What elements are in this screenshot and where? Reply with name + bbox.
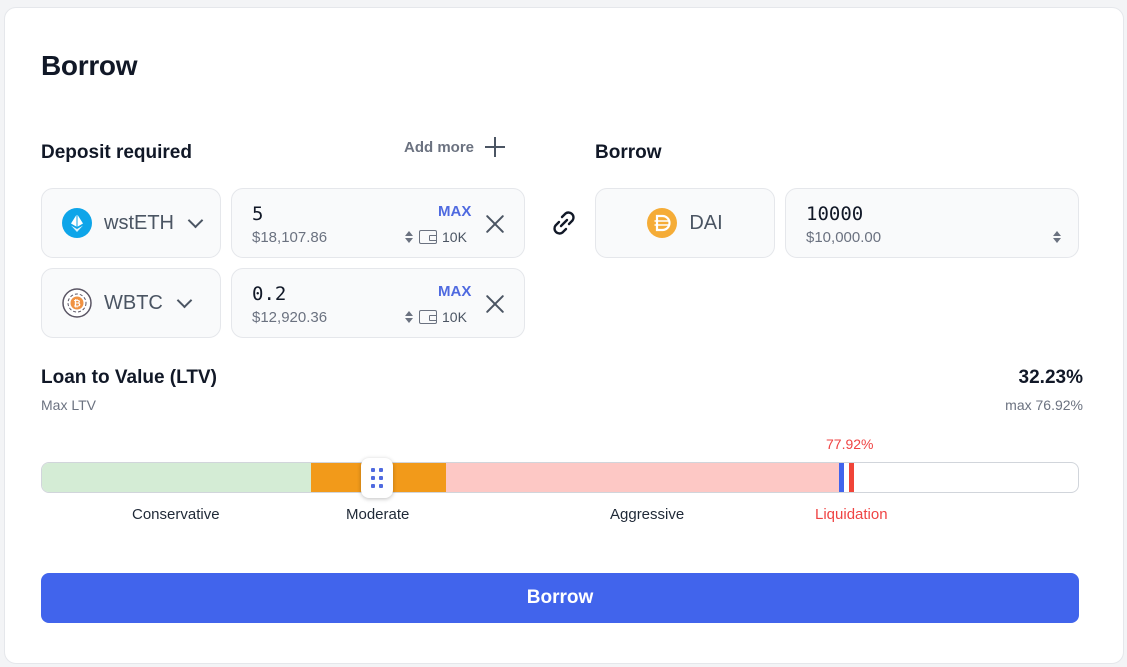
plus-icon xyxy=(484,136,506,158)
dai-token-icon xyxy=(647,208,678,238)
amount-usd: $18,107.86 xyxy=(252,229,328,246)
liquidation-threshold-label: 77.92% xyxy=(826,436,874,452)
wallet-icon xyxy=(419,230,437,244)
ltv-subtitle: Max LTV xyxy=(41,397,96,413)
svg-text:₿: ₿ xyxy=(73,299,80,310)
ltv-slider-track[interactable] xyxy=(41,462,1079,493)
borrow-amount-input[interactable]: 10000 $10,000.00 xyxy=(785,188,1079,258)
wallet-icon xyxy=(419,310,437,324)
borrow-button[interactable]: Borrow xyxy=(41,573,1079,623)
liquidation-marker xyxy=(849,463,854,492)
wallet-balance: 10K xyxy=(442,309,467,325)
token-select-dai[interactable]: DAI xyxy=(595,188,775,258)
zone-aggressive xyxy=(446,463,839,492)
link-icon[interactable] xyxy=(548,208,580,238)
page-title: Borrow xyxy=(41,50,138,81)
token-select-wsteth[interactable]: wstETH xyxy=(41,188,221,258)
add-more-label: Add more xyxy=(404,138,475,156)
ltv-slider-handle[interactable] xyxy=(361,458,393,498)
wsteth-token-icon xyxy=(62,208,92,238)
amount-value[interactable]: 10000 xyxy=(806,203,863,225)
ltv-value: 32.23% xyxy=(1018,367,1083,388)
borrow-section-label: Borrow xyxy=(595,142,662,163)
zone-conservative xyxy=(42,463,311,492)
ltv-max: max 76.92% xyxy=(1005,397,1083,413)
amount-value[interactable]: 5 xyxy=(252,203,263,225)
amount-usd: $12,920.36 xyxy=(252,309,328,326)
stepper-icon[interactable] xyxy=(404,310,414,324)
stepper-icon[interactable] xyxy=(404,230,414,244)
wbtc-token-icon: ₿ xyxy=(62,288,92,318)
remove-deposit-button[interactable] xyxy=(484,293,506,315)
token-name: DAI xyxy=(689,211,723,234)
wallet-balance: 10K xyxy=(442,229,467,245)
zone-label-conservative: Conservative xyxy=(132,506,220,523)
token-name: wstETH xyxy=(104,211,174,234)
max-ltv-marker xyxy=(839,463,844,492)
token-select-wbtc[interactable]: ₿ WBTC xyxy=(41,268,221,338)
zone-label-aggressive: Aggressive xyxy=(610,506,685,523)
zone-label-liquidation: Liquidation xyxy=(815,506,888,523)
deposit-section-label: Deposit required xyxy=(41,142,192,163)
max-button[interactable]: MAX xyxy=(438,283,471,300)
amount-input-wsteth[interactable]: 5 $18,107.86 MAX 10K xyxy=(231,188,525,258)
ltv-title: Loan to Value (LTV) xyxy=(41,367,217,388)
amount-usd: $10,000.00 xyxy=(806,229,882,246)
zone-label-moderate: Moderate xyxy=(346,506,410,523)
amount-input-wbtc[interactable]: 0.2 $12,920.36 MAX 10K xyxy=(231,268,525,338)
chevron-down-icon xyxy=(187,212,204,229)
chevron-down-icon xyxy=(176,292,193,309)
remove-deposit-button[interactable] xyxy=(484,213,506,235)
max-button[interactable]: MAX xyxy=(438,203,471,220)
token-name: WBTC xyxy=(104,291,163,314)
add-more-button[interactable]: Add more xyxy=(404,136,506,158)
amount-value[interactable]: 0.2 xyxy=(252,283,286,305)
stepper-icon[interactable] xyxy=(1052,230,1062,244)
